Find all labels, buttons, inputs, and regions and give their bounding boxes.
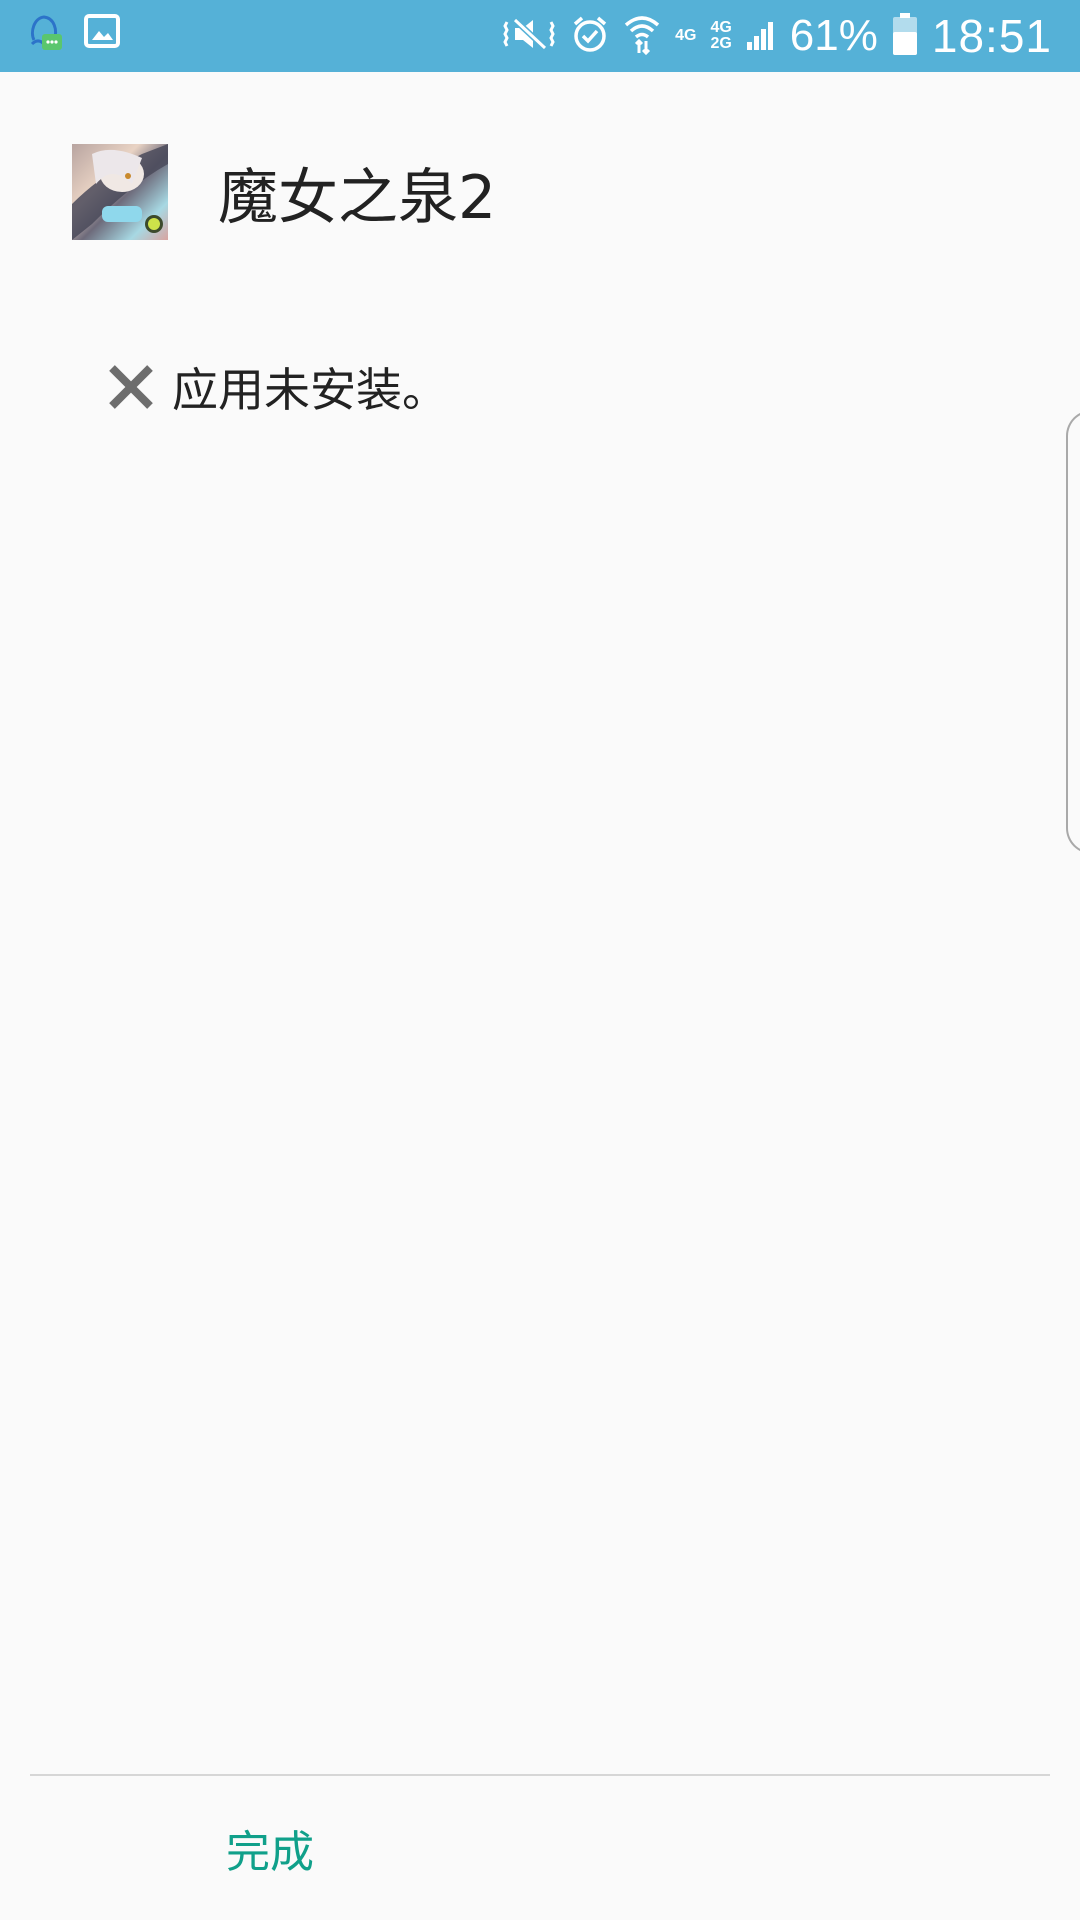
battery-icon — [892, 12, 918, 60]
network-type-label: 4G — [675, 27, 697, 44]
wifi-icon — [623, 13, 661, 59]
done-button[interactable]: 完成 — [180, 1812, 360, 1884]
network-type-top: 4G — [710, 19, 732, 36]
network-type-bottom: 2G — [710, 35, 732, 52]
edge-panel-handle[interactable] — [1066, 410, 1080, 854]
app-name: 魔女之泉2 — [218, 162, 497, 233]
app-header: 魔女之泉2 — [72, 144, 496, 240]
alarm-icon — [571, 14, 609, 58]
install-result-message: 应用未安装。 — [172, 363, 448, 417]
status-bar-right: 4G 4G 2G 61% 18:51 — [501, 0, 1052, 72]
close-icon — [104, 360, 158, 414]
app-icon — [72, 144, 168, 240]
battery-percent: 61% — [789, 11, 878, 60]
dual-network-indicator: 4G 2G — [710, 20, 731, 52]
qq-notification-icon — [26, 12, 66, 60]
status-bar: 4G 4G 2G 61% 18:51 — [0, 0, 1080, 72]
image-notification-icon — [84, 12, 120, 60]
vibrate-icon — [501, 14, 557, 58]
status-bar-left — [26, 12, 120, 60]
install-result: 应用未安装。 — [104, 354, 448, 420]
footer-divider — [30, 1774, 1050, 1776]
signal-icon — [746, 16, 776, 56]
clock: 18:51 — [931, 10, 1052, 62]
